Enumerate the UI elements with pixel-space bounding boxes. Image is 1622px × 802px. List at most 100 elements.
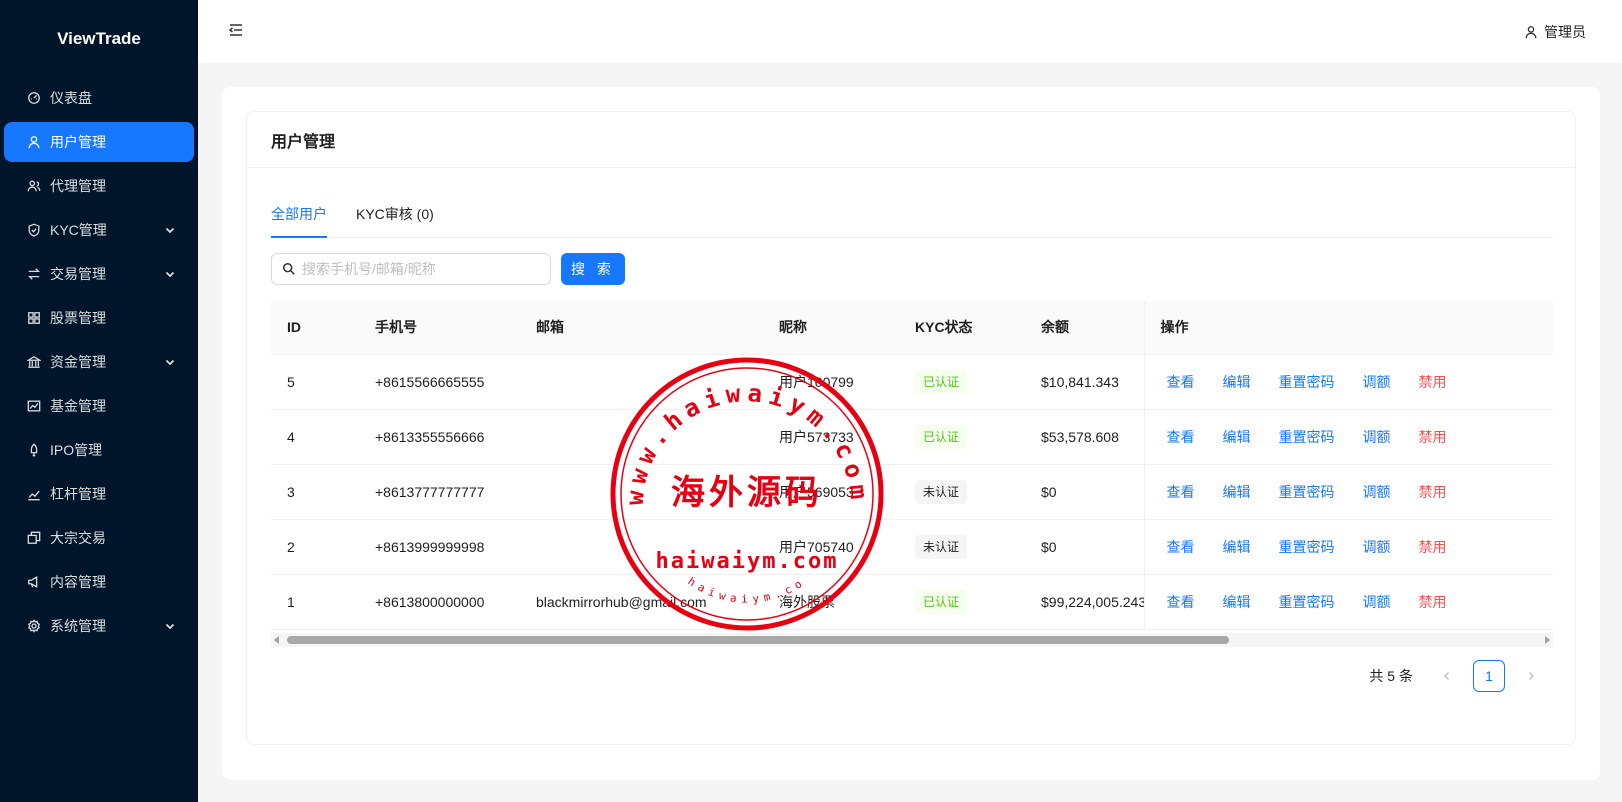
sidebar-item-7[interactable]: 基金管理 <box>4 386 194 426</box>
tab-kyc-review[interactable]: KYC审核 (0) <box>356 204 434 224</box>
sidebar-item-5[interactable]: 股票管理 <box>4 298 194 338</box>
stock-icon <box>26 486 42 502</box>
tab-all-users[interactable]: 全部用户 <box>271 204 327 224</box>
chevron-down-icon <box>164 355 176 367</box>
search-icon <box>282 262 295 275</box>
column-header-balance: 余额 <box>1025 301 1144 355</box>
kyc-status-badge: 已认证 <box>915 589 968 614</box>
edit-button[interactable]: 编辑 <box>1217 537 1257 557</box>
cell-phone: +8615566665555 <box>359 354 520 410</box>
menu-fold-button[interactable] <box>228 22 246 40</box>
cell-email <box>520 519 763 575</box>
page-title: 用户管理 <box>247 112 1575 168</box>
view-button[interactable]: 查看 <box>1161 372 1201 392</box>
cell-balance: $10,841.343 <box>1025 354 1144 410</box>
prev-page-button[interactable] <box>1431 660 1463 692</box>
column-header-actions: 操作 <box>1143 301 1553 355</box>
user-table: ID 手机号 邮箱 昵称 KYC状态 余额 操作 5 +8615566665555… <box>271 301 1553 633</box>
scroll-left-arrow-icon[interactable] <box>274 636 279 644</box>
disable-button[interactable]: 禁用 <box>1413 592 1453 612</box>
cell-balance: $0 <box>1025 464 1144 520</box>
sidebar-item-1[interactable]: 用户管理 <box>4 122 194 162</box>
view-button[interactable]: 查看 <box>1161 592 1201 612</box>
edit-button[interactable]: 编辑 <box>1217 482 1257 502</box>
cell-nickname: 用户100799 <box>763 354 899 410</box>
cell-balance: $0 <box>1025 519 1144 575</box>
column-header-phone: 手机号 <box>359 301 520 355</box>
reset-password-button[interactable]: 重置密码 <box>1273 482 1341 502</box>
sidebar-item-0[interactable]: 仪表盘 <box>4 78 194 118</box>
column-header-id: ID <box>271 301 359 355</box>
edit-button[interactable]: 编辑 <box>1217 592 1257 612</box>
pagination-total: 共 5 条 <box>1369 668 1413 684</box>
sidebar-item-11[interactable]: 内容管理 <box>4 562 194 602</box>
sidebar-item-2[interactable]: 代理管理 <box>4 166 194 206</box>
sidebar-item-label: 用户管理 <box>50 134 106 150</box>
edit-button[interactable]: 编辑 <box>1217 427 1257 447</box>
cell-id: 5 <box>271 354 359 410</box>
cell-phone: +8613777777777 <box>359 464 520 520</box>
sidebar-item-10[interactable]: 大宗交易 <box>4 518 194 558</box>
notification-icon <box>26 574 42 590</box>
cell-balance: $53,578.608 <box>1025 409 1144 465</box>
tab-bar: 全部用户 KYC审核 (0) <box>271 194 1553 238</box>
view-button[interactable]: 查看 <box>1161 482 1201 502</box>
page-item-1[interactable]: 1 <box>1473 660 1505 692</box>
rocket-icon <box>26 442 42 458</box>
adjust-balance-button[interactable]: 调额 <box>1357 592 1397 612</box>
view-button[interactable]: 查看 <box>1161 427 1201 447</box>
reset-password-button[interactable]: 重置密码 <box>1273 592 1341 612</box>
column-header-kyc: KYC状态 <box>899 301 1025 355</box>
adjust-balance-button[interactable]: 调额 <box>1357 372 1397 392</box>
cell-actions: 查看 编辑 重置密码 调额 禁用 <box>1143 409 1553 465</box>
sidebar-item-9[interactable]: 杠杆管理 <box>4 474 194 514</box>
user-menu[interactable]: 管理员 <box>1524 22 1586 42</box>
scroll-right-arrow-icon[interactable] <box>1545 636 1550 644</box>
column-header-email: 邮箱 <box>520 301 763 355</box>
disable-button[interactable]: 禁用 <box>1413 482 1453 502</box>
top-header: 管理员 <box>198 0 1622 63</box>
next-page-button[interactable] <box>1515 660 1547 692</box>
view-button[interactable]: 查看 <box>1161 537 1201 557</box>
adjust-balance-button[interactable]: 调额 <box>1357 482 1397 502</box>
kyc-status-badge: 已认证 <box>915 369 968 394</box>
disable-button[interactable]: 禁用 <box>1413 427 1453 447</box>
cell-kyc: 已认证 <box>899 409 1025 465</box>
disable-button[interactable]: 禁用 <box>1413 372 1453 392</box>
adjust-balance-button[interactable]: 调额 <box>1357 537 1397 557</box>
scrollbar-thumb[interactable] <box>287 636 1229 644</box>
table-row: 4 +8613355556666 用户573733 已认证 $53,578.608 查看编… <box>271 409 1553 465</box>
sidebar-item-6[interactable]: 资金管理 <box>4 342 194 382</box>
horizontal-scrollbar[interactable] <box>271 633 1553 647</box>
search-button[interactable]: 搜 索 <box>561 253 625 285</box>
cell-id: 3 <box>271 464 359 520</box>
sidebar-item-4[interactable]: 交易管理 <box>4 254 194 294</box>
chevron-right-icon <box>1529 672 1534 680</box>
cell-phone: +8613355556666 <box>359 409 520 465</box>
table-row: 3 +8613777777777 用户569053 未认证 $0 查看 编辑 重置密码 调额 禁用 <box>271 464 1553 520</box>
sidebar-item-3[interactable]: KYC管理 <box>4 210 194 250</box>
edit-button[interactable]: 编辑 <box>1217 372 1257 392</box>
sidebar-item-label: 交易管理 <box>50 266 106 282</box>
adjust-balance-button[interactable]: 调额 <box>1357 427 1397 447</box>
search-input[interactable] <box>302 261 542 277</box>
reset-password-button[interactable]: 重置密码 <box>1273 372 1341 392</box>
column-header-nickname: 昵称 <box>763 301 899 355</box>
reset-password-button[interactable]: 重置密码 <box>1273 427 1341 447</box>
bank-icon <box>26 354 42 370</box>
sidebar-item-label: 杠杆管理 <box>50 486 106 502</box>
sidebar-item-12[interactable]: 系统管理 <box>4 606 194 646</box>
kyc-status-badge: 已认证 <box>915 424 968 449</box>
reset-password-button[interactable]: 重置密码 <box>1273 537 1341 557</box>
cell-kyc: 已认证 <box>899 354 1025 410</box>
user-management-card: 用户管理 全部用户 KYC审核 (0) 搜 索 ID 手机号 邮箱 <box>246 111 1576 745</box>
kyc-status-badge: 未认证 <box>915 479 968 504</box>
search-box <box>271 253 551 285</box>
cell-kyc: 已认证 <box>899 574 1025 630</box>
sidebar-item-8[interactable]: IPO管理 <box>4 430 194 470</box>
disable-button[interactable]: 禁用 <box>1413 537 1453 557</box>
content-area: 用户管理 全部用户 KYC审核 (0) 搜 索 ID 手机号 邮箱 <box>222 87 1600 780</box>
table-row: 5 +8615566665555 用户100799 已认证 $10,841.343 查看编… <box>271 354 1553 410</box>
cell-nickname: 用户573733 <box>763 409 899 465</box>
fund-icon <box>26 398 42 414</box>
